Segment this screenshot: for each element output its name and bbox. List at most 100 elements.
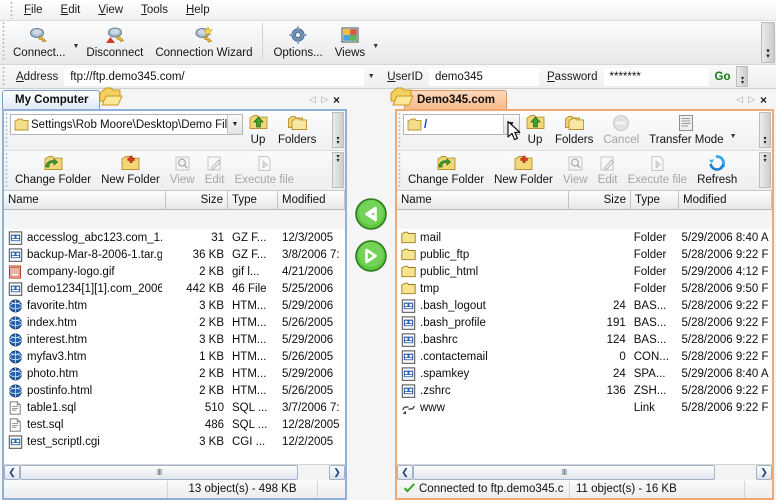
table-row[interactable]: table1.sql 510 SQL ... 3/7/2006 7:	[4, 399, 345, 416]
table-row[interactable]: demo1234[1][1].com_2006... 442 KB 46 File 5…	[4, 280, 345, 297]
connect-button[interactable]: Connect...	[7, 21, 71, 59]
table-row[interactable]: index.htm 2 KB HTM... 5/26/2005	[4, 314, 345, 331]
local-col-modified[interactable]: Modified	[278, 191, 345, 210]
tab-my-computer[interactable]: My Computer	[2, 90, 101, 109]
table-row[interactable]: .bash_profile 191 BAS... 5/28/2006 9:22 F	[397, 314, 772, 331]
remote-statusbar: Connected to ftp.demo345.c 11 object(s) …	[397, 480, 772, 498]
menu-help[interactable]: Help	[177, 2, 219, 18]
local-scroll-right-button[interactable]: ❯	[329, 465, 345, 480]
local-row2-overflow[interactable]: ▾ ▾	[332, 152, 344, 188]
options-button[interactable]: Options...	[267, 21, 328, 59]
table-row[interactable]: .zshrc 136 ZSH... 5/28/2006 9:22 F	[397, 382, 772, 399]
remote-scroll-left-button[interactable]: ❮	[397, 465, 413, 480]
table-row[interactable]: company-logo.gif 2 KB gif l... 4/21/2006	[4, 263, 345, 280]
remote-folders-button[interactable]: Folders	[550, 111, 598, 146]
tab-next-icon[interactable]: ▷	[748, 94, 755, 105]
file-name-text: postinfo.html	[27, 384, 93, 397]
tab-demo345[interactable]: Demo345.com	[404, 90, 507, 109]
remote-change-folder-button[interactable]: Change Folder	[403, 151, 489, 186]
menu-file[interactable]: File	[15, 2, 52, 18]
local-new-folder-button[interactable]: New Folder	[96, 151, 165, 186]
local-path-dropdown-arrow[interactable]: ▼	[226, 115, 242, 134]
tab-close-icon[interactable]: ×	[333, 93, 340, 107]
remote-col-name[interactable]: Name	[397, 191, 569, 210]
local-scroll-track[interactable]: ⦀⦀	[20, 465, 329, 480]
local-col-type[interactable]: Type	[228, 191, 278, 210]
table-row[interactable]: interest.htm 3 KB HTM... 5/29/2006	[4, 331, 345, 348]
tab-prev-icon[interactable]: ◁	[309, 94, 316, 105]
connect-icon	[28, 24, 50, 46]
local-status-spacer	[4, 481, 167, 498]
remote-file-list[interactable]: mail Folder 5/29/2006 8:40 A public_ftp Fold…	[397, 229, 772, 464]
password-input[interactable]: *******	[603, 67, 709, 86]
remote-scroll-thumb[interactable]: ⦀⦀	[413, 465, 715, 480]
views-button[interactable]: Views	[329, 21, 371, 59]
tab-close-icon[interactable]: ×	[760, 93, 767, 107]
address-input[interactable]: ftp://ftp.demo345.com/	[64, 67, 365, 86]
toolbar-overflow-button[interactable]: ▾ ▾	[761, 22, 775, 63]
table-row[interactable]: tmp Folder 5/28/2006 9:50 F	[397, 280, 772, 297]
local-row1-overflow[interactable]: ▾ ▾	[332, 112, 344, 148]
remote-scroll-right-button[interactable]: ❯	[756, 465, 772, 480]
tab-prev-icon[interactable]: ◁	[736, 94, 743, 105]
menu-edit[interactable]: Edit	[52, 2, 90, 18]
table-row[interactable]: photo.htm 2 KB HTM... 5/29/2006	[4, 365, 345, 382]
local-folders-button[interactable]: Folders	[273, 111, 321, 146]
remote-row1-overflow[interactable]: ▾ ▾	[759, 112, 771, 148]
userid-input[interactable]: demo345	[429, 67, 539, 86]
remote-transfer-mode-dropdown-arrow[interactable]: ▼	[729, 132, 738, 141]
table-row[interactable]: .contactemail 0 CON... 5/28/2006 9:22 F	[397, 348, 772, 365]
connect-dropdown-arrow[interactable]: ▼	[71, 42, 80, 51]
local-col-name[interactable]: Name	[4, 191, 166, 210]
table-row[interactable]: accesslog_abc123.com_1... 31 GZ F... 12/3/2…	[4, 229, 345, 246]
local-hscrollbar[interactable]: ❮ ⦀⦀ ❯	[4, 464, 345, 480]
remote-refresh-button[interactable]: Refresh	[692, 151, 742, 186]
remote-path-combobox[interactable]: / ▼	[403, 114, 520, 135]
remote-scroll-track[interactable]: ⦀⦀	[413, 465, 756, 480]
go-button[interactable]: Go	[709, 71, 735, 83]
local-path-combobox[interactable]: Settings\Rob Moore\Desktop\Demo Files ▼	[10, 114, 243, 135]
table-row[interactable]: postinfo.html 2 KB HTM... 5/26/2005	[4, 382, 345, 399]
table-row[interactable]: test_scriptl.cgi 3 KB CGI ... 12/2/2005	[4, 433, 345, 450]
address-dropdown-arrow[interactable]: ▼	[364, 73, 378, 80]
remote-col-size[interactable]: Size	[569, 191, 631, 210]
table-row[interactable]: public_ftp Folder 5/28/2006 9:22 F	[397, 246, 772, 263]
table-row[interactable]: .bashrc 124 BAS... 5/28/2006 9:22 F	[397, 331, 772, 348]
remote-new-folder-button[interactable]: New Folder	[489, 151, 558, 186]
tab-next-icon[interactable]: ▷	[321, 94, 328, 105]
table-row[interactable]: test.sql 486 SQL ... 12/28/2005	[4, 416, 345, 433]
table-row[interactable]: myfav3.htm 1 KB HTM... 5/26/2005	[4, 348, 345, 365]
table-row[interactable]: mail Folder 5/29/2006 8:40 A	[397, 229, 772, 246]
table-row[interactable]: .spamkey 24 SPA... 5/29/2006 8:40 A	[397, 365, 772, 382]
remote-col-type[interactable]: Type	[631, 191, 679, 210]
transfer-right-arrow-button[interactable]	[354, 239, 388, 273]
local-change-folder-button[interactable]: Change Folder	[10, 151, 96, 186]
menu-view[interactable]: View	[89, 2, 132, 18]
address-overflow-button[interactable]: ▾ ▾	[736, 66, 749, 87]
table-row[interactable]: www Link 5/28/2006 9:22 F	[397, 399, 772, 416]
table-row[interactable]: backup-Mar-8-2006-1.tar.gz 36 KB GZ F... 3/…	[4, 246, 345, 263]
views-dropdown-arrow[interactable]: ▼	[371, 42, 380, 51]
connection-wizard-button[interactable]: Connection Wizard	[149, 21, 258, 59]
local-file-list[interactable]: accesslog_abc123.com_1... 31 GZ F... 12/3/2…	[4, 229, 345, 464]
disconnect-button[interactable]: Disconnect	[80, 21, 149, 59]
file-modified-cell: 5/28/2006 9:22 F	[681, 350, 769, 363]
remote-row2-overflow[interactable]: ▾ ▾	[759, 152, 771, 188]
remote-col-modified[interactable]: Modified	[679, 191, 772, 210]
transfer-left-arrow-button[interactable]	[354, 197, 388, 231]
remote-transfer-mode-button[interactable]: Transfer Mode	[644, 111, 728, 146]
remote-path-dropdown-arrow[interactable]: ▼	[503, 115, 519, 134]
table-row[interactable]: favorite.htm 3 KB HTM... 5/29/2006	[4, 297, 345, 314]
local-scroll-left-button[interactable]: ❮	[4, 465, 20, 480]
remote-up-button[interactable]: Up	[520, 111, 550, 146]
local-up-button[interactable]: Up	[243, 111, 273, 146]
local-col-size[interactable]: Size	[166, 191, 228, 210]
remote-hscrollbar[interactable]: ❮ ⦀⦀ ❯	[397, 464, 772, 480]
table-row[interactable]: .bash_logout 24 BAS... 5/28/2006 9:22 F	[397, 297, 772, 314]
disconnect-label: Disconnect	[86, 47, 144, 59]
table-row[interactable]: public_html Folder 5/29/2006 4:12 F	[397, 263, 772, 280]
file-name-text: .bash_profile	[420, 316, 486, 329]
local-scroll-thumb[interactable]: ⦀⦀	[20, 465, 299, 480]
generic-file-icon	[8, 281, 23, 296]
menu-tools[interactable]: Tools	[132, 2, 177, 18]
